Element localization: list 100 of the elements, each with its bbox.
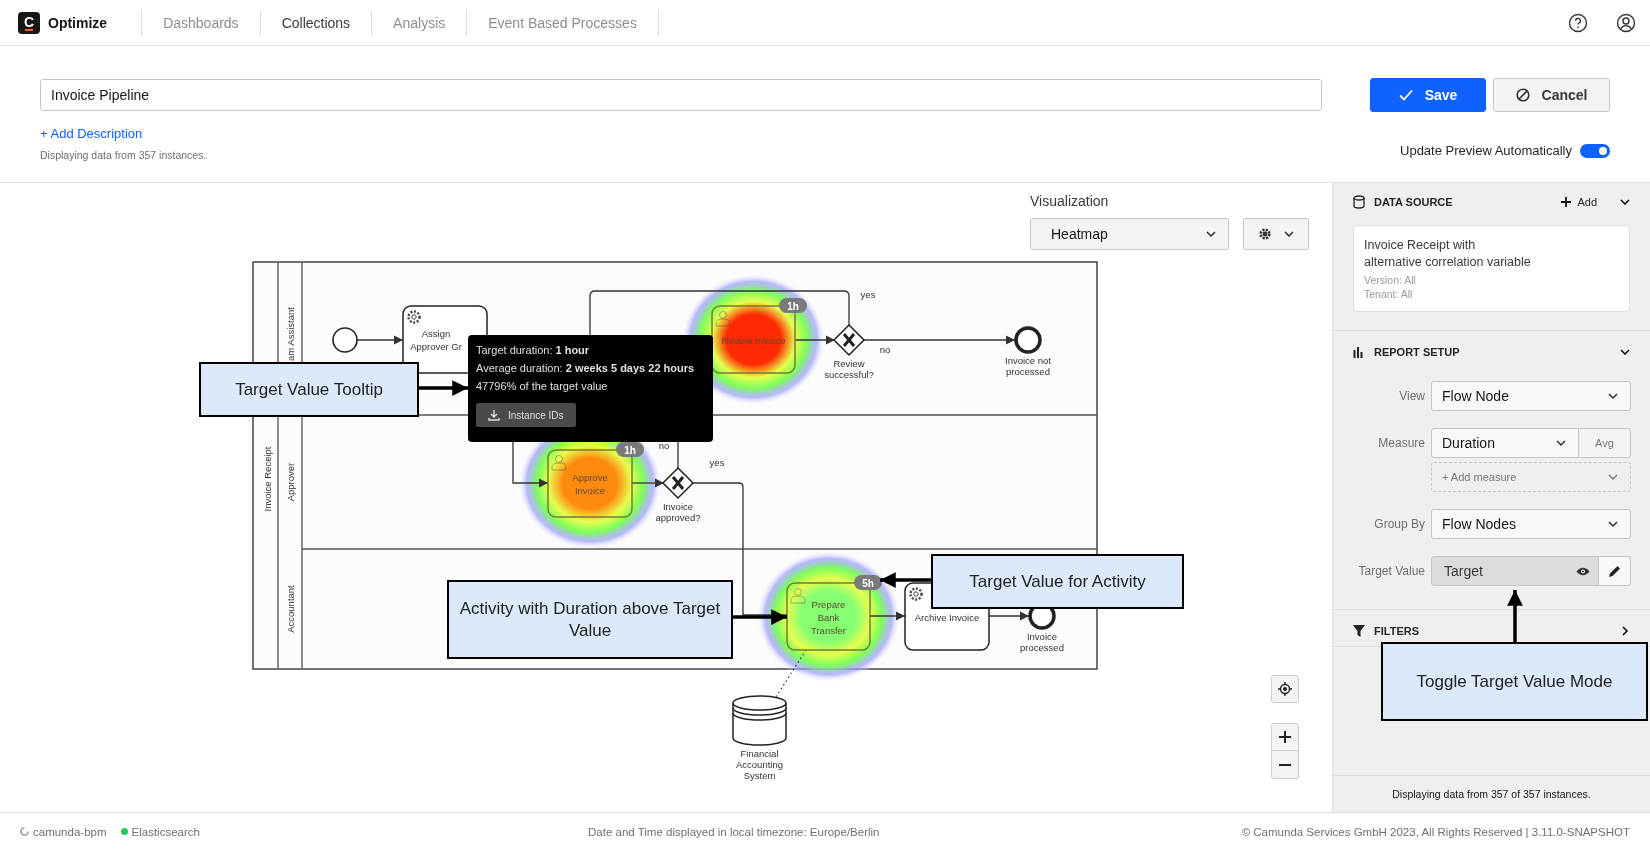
flow-label: yes <box>709 457 725 468</box>
settings-button[interactable] <box>1243 218 1309 250</box>
chevron-down-icon[interactable] <box>1620 199 1630 205</box>
user-icon <box>790 588 806 604</box>
plus-icon <box>1561 197 1572 207</box>
spinner-icon <box>20 827 29 836</box>
instances-note: Displaying data from 357 instances. <box>40 149 207 161</box>
chevron-down-icon <box>1206 231 1216 237</box>
help-icon[interactable] <box>1568 12 1588 33</box>
flow-label: no <box>879 344 891 355</box>
report-name-field[interactable]: Invoice Pipeline <box>40 79 1322 111</box>
filter-icon <box>1353 625 1365 637</box>
end-event <box>1014 326 1042 354</box>
callout-arrow <box>880 572 931 588</box>
timezone-note: Date and Time displayed in local timezone: Europe/Berlin <box>588 825 880 838</box>
lane-label: Approver <box>285 462 296 502</box>
edit-target-button[interactable] <box>1599 556 1631 586</box>
task-label: Archive Invoice <box>914 611 980 623</box>
user-icon[interactable] <box>1616 12 1636 33</box>
tooltip-text: Average duration: 2 weeks 5 days 22 hours <box>476 361 696 376</box>
task-label: Prepare Bank Transfer <box>811 598 846 636</box>
field-label: Measure <box>1377 436 1425 450</box>
field-label: Group By <box>1373 517 1425 531</box>
measure-select[interactable]: Duration <box>1431 428 1579 458</box>
app-name: Optimize <box>48 14 108 31</box>
lane-label: Accountant <box>285 585 296 633</box>
callout-arrow <box>733 609 787 625</box>
source-card[interactable]: Invoice Receipt with alternative correlation variable Version: All Tenant: All <box>1353 225 1630 312</box>
download-icon <box>488 409 500 421</box>
cancel-icon <box>1515 88 1530 102</box>
settings-icon <box>1258 227 1272 241</box>
view-select[interactable]: Flow Node <box>1431 381 1631 411</box>
chevron-down-icon[interactable] <box>1620 349 1630 355</box>
flow-label: yes <box>860 289 876 300</box>
annotation-callout: Target Value for Activity <box>931 554 1184 609</box>
instance-ids-button[interactable]: Instance IDs <box>476 403 576 427</box>
end-event-label: Invoice not processed <box>1005 355 1051 377</box>
bar-chart-icon <box>1353 346 1365 358</box>
start-event <box>332 327 358 353</box>
database-name: Elasticsearch <box>131 825 200 838</box>
pool-label: Invoice Receipt <box>262 446 273 512</box>
field-label: Target Value <box>1357 564 1425 578</box>
zoom-in-button[interactable] <box>1271 723 1299 751</box>
database-icon <box>1353 195 1365 209</box>
nav-link[interactable]: Collections <box>260 9 373 36</box>
gateway[interactable] <box>661 466 695 500</box>
zoom-out-button[interactable] <box>1271 751 1299 779</box>
task-label: Approve Invoice <box>572 472 608 496</box>
group-by-select[interactable]: Flow Nodes <box>1431 509 1631 539</box>
flow-label: no <box>658 440 670 451</box>
sequence-flow <box>356 335 404 345</box>
annotation-callout: Activity with Duration above Target Value <box>447 580 733 659</box>
tooltip-text: Target duration: 1 hour <box>476 343 591 358</box>
gateway[interactable] <box>832 323 866 357</box>
section-title: DATA SOURCE <box>1374 196 1453 208</box>
minus-icon <box>1279 763 1291 766</box>
add-description-link[interactable]: + Add Description <box>40 126 143 141</box>
save-button[interactable]: Save <box>1370 78 1486 112</box>
user-icon <box>551 455 567 471</box>
locate-icon <box>1278 682 1292 696</box>
engine-name: camunda-bpm <box>33 825 107 838</box>
eye-icon <box>1576 566 1590 576</box>
visualization-select[interactable]: Heatmap <box>1030 218 1229 250</box>
sequence-flow <box>869 611 906 621</box>
auto-preview-toggle[interactable] <box>1580 143 1610 158</box>
check-icon <box>1398 89 1413 101</box>
task-label: Review Invoice <box>721 334 786 346</box>
process-name: Invoice Receipt with alternative correlation variable <box>1364 237 1532 271</box>
section-title: REPORT SETUP <box>1374 346 1460 358</box>
add-source-button[interactable]: Add <box>1561 196 1597 208</box>
task-label: Assign Approver Gr <box>410 328 462 352</box>
logo-icon: C <box>18 11 40 34</box>
chevron-down-icon <box>1556 440 1566 446</box>
cancel-button[interactable]: Cancel <box>1493 78 1610 112</box>
chevron-down-icon <box>1608 393 1618 399</box>
gateway-label: Invoice approved? <box>655 501 701 523</box>
target-value-toggle[interactable]: Target <box>1431 556 1599 586</box>
plus-icon <box>1279 731 1291 743</box>
chevron-right-icon[interactable] <box>1620 626 1630 636</box>
tenant-text: Tenant: All <box>1364 287 1414 301</box>
data-store <box>732 695 787 746</box>
user-icon <box>715 311 731 327</box>
auto-preview-label: Update Preview Automatically <box>1400 143 1572 158</box>
recenter-button[interactable] <box>1271 675 1299 703</box>
chevron-down-icon <box>1608 521 1618 527</box>
version-text: Version: All <box>1364 273 1417 287</box>
chevron-down-icon <box>1284 231 1294 237</box>
instances-summary: Displaying data from 357 of 357 instances. <box>1392 788 1591 800</box>
pencil-icon <box>1608 564 1621 578</box>
section-title: FILTERS <box>1374 625 1419 637</box>
add-measure-select[interactable]: + Add measure <box>1431 462 1631 492</box>
sequence-flow <box>631 478 665 488</box>
gear-icon <box>407 310 421 324</box>
copyright-text: © Camunda Services GmbH 2023, All Rights Reserved | 3.11.0-SNAPSHOT <box>1241 825 1630 838</box>
end-event-label: Invoice processed <box>1020 631 1064 653</box>
chevron-down-icon <box>1608 474 1618 480</box>
callout-arrow <box>1507 590 1523 642</box>
field-label: View <box>1398 389 1425 403</box>
aggregation-button[interactable]: Avg <box>1579 428 1631 458</box>
visualization-label: Visualization <box>1030 193 1110 209</box>
